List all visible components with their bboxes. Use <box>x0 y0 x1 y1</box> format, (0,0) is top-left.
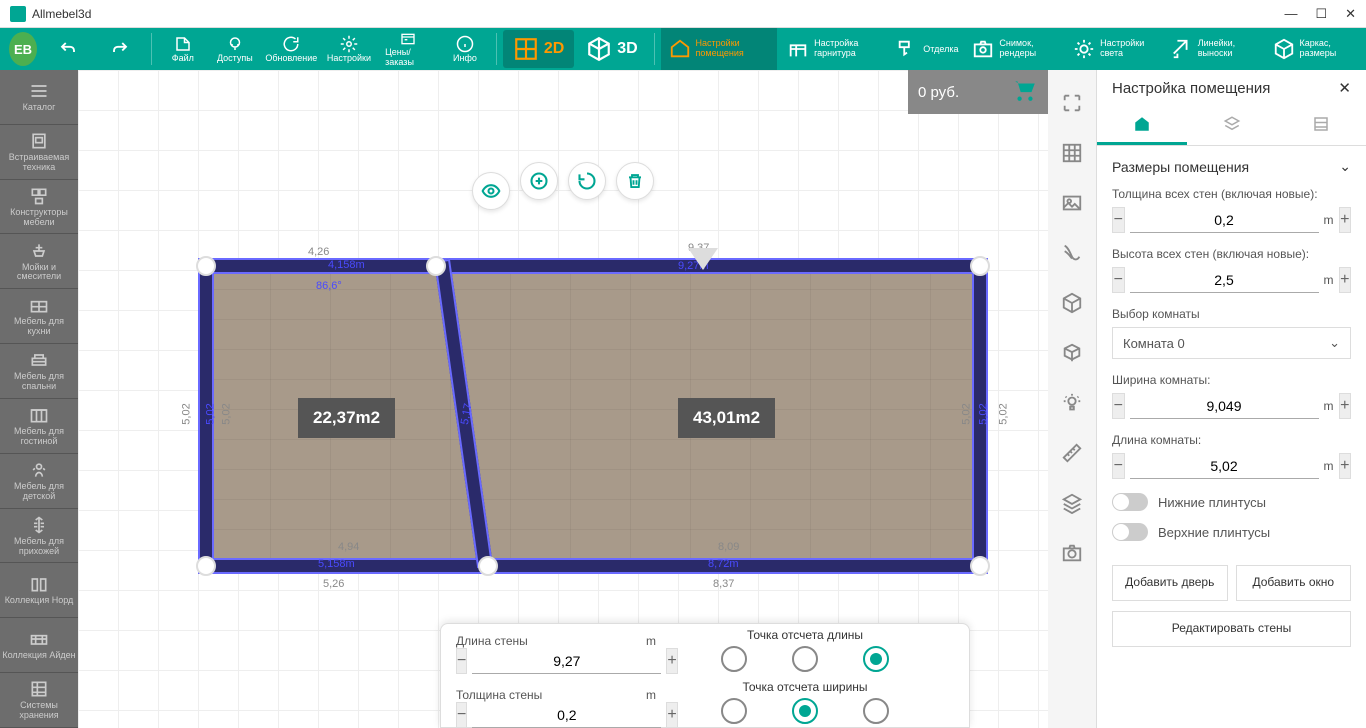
width-plus[interactable]: + <box>1339 393 1352 419</box>
rotate-button[interactable] <box>568 162 606 200</box>
panel-close-icon[interactable]: ✕ <box>1338 79 1351 97</box>
arrow-marker <box>688 248 718 270</box>
panel-header: Настройка помещения ✕ <box>1097 70 1366 106</box>
float-actions <box>472 162 654 210</box>
origin-len-3[interactable] <box>863 646 889 672</box>
sidebar-aiden[interactable]: Коллекция Айден <box>0 618 78 673</box>
price-display: 0 руб. <box>908 70 1048 114</box>
measure-tool[interactable] <box>1048 430 1096 475</box>
redo-button[interactable] <box>95 28 145 70</box>
origin-wid-1[interactable] <box>721 698 747 724</box>
snapshot-button[interactable]: Снимок, рендеры <box>964 28 1063 70</box>
close-button[interactable]: ✕ <box>1345 6 1356 22</box>
width-minus[interactable]: − <box>1112 393 1125 419</box>
visibility-button[interactable] <box>472 172 510 210</box>
logo-icon <box>10 6 26 22</box>
dims-button[interactable]: Линейки, выноски <box>1163 28 1263 70</box>
light-tool[interactable] <box>1048 380 1096 425</box>
section-room-dims[interactable]: Размеры помещения ⌄ <box>1112 158 1351 175</box>
sidebar-sinks[interactable]: Мойки и смесители <box>0 234 78 289</box>
wall-length-input[interactable] <box>472 649 661 674</box>
right-quick-tools <box>1048 70 1096 728</box>
file-button[interactable]: Файл <box>158 28 208 70</box>
maximize-button[interactable]: ☐ <box>1315 6 1327 22</box>
wall-thickness-input[interactable] <box>1130 208 1319 233</box>
sidebar-constructors[interactable]: Конструкторы мебели <box>0 180 78 235</box>
chevron-down-icon: ⌄ <box>1329 335 1340 351</box>
fullscreen-tool[interactable] <box>1048 80 1096 125</box>
panel-tab-layers[interactable] <box>1187 106 1277 145</box>
prices-button[interactable]: Цены/заказы <box>377 28 438 70</box>
sidebar-storage[interactable]: Системы хранения <box>0 673 78 728</box>
thickness-plus[interactable]: + <box>1339 207 1352 233</box>
finish-button[interactable]: Отделка <box>892 28 962 70</box>
sidebar-hallway[interactable]: Мебель для прихожей <box>0 509 78 564</box>
length-minus[interactable]: − <box>1112 453 1125 479</box>
box-tool[interactable] <box>1048 280 1096 325</box>
room-width-input[interactable] <box>1130 394 1319 419</box>
top-toolbar: ЕВ Файл Доступы Обновление Настройки Цен… <box>0 28 1366 70</box>
grid-tool[interactable] <box>1048 130 1096 175</box>
area-right: 43,01m2 <box>678 398 775 438</box>
sidebar-living[interactable]: Мебель для гостиной <box>0 399 78 454</box>
length-plus[interactable]: + <box>1339 453 1352 479</box>
view-2d-button[interactable]: 2D <box>503 30 574 68</box>
room-length-input[interactable] <box>1130 454 1319 479</box>
height-plus[interactable]: + <box>1339 267 1352 293</box>
catalog-sidebar: Каталог Встраиваемая техника Конструктор… <box>0 70 78 728</box>
cube-tool[interactable] <box>1048 330 1096 375</box>
minimize-button[interactable]: — <box>1284 6 1297 22</box>
floor-plan[interactable]: 22,37m2 43,01m2 4,26 9,27m 9,37 86,6° 4,… <box>198 258 988 588</box>
sidebar-catalog[interactable]: Каталог <box>0 70 78 125</box>
origin-wid-2[interactable] <box>792 698 818 724</box>
eb-badge[interactable]: ЕВ <box>9 32 37 66</box>
sidebar-nord[interactable]: Коллекция Норд <box>0 563 78 618</box>
sidebar-kitchen[interactable]: Мебель для кухни <box>0 289 78 344</box>
lower-skirting-toggle[interactable] <box>1112 493 1148 511</box>
origin-len-2[interactable] <box>792 646 818 672</box>
cart-icon[interactable] <box>1012 77 1038 107</box>
panel-tab-home[interactable] <box>1097 106 1187 145</box>
access-button[interactable]: Доступы <box>210 28 260 70</box>
layers-tool[interactable] <box>1048 480 1096 525</box>
image-tool[interactable] <box>1048 180 1096 225</box>
room-select[interactable]: Комната 0 ⌄ <box>1112 327 1351 359</box>
light-settings-button[interactable]: Настройки света <box>1065 28 1161 70</box>
add-window-button[interactable]: Добавить окно <box>1236 565 1352 601</box>
settings-panel: Настройка помещения ✕ Размеры помещения … <box>1096 70 1366 728</box>
wall-len-minus[interactable]: − <box>456 648 467 674</box>
delete-button[interactable] <box>616 162 654 200</box>
height-minus[interactable]: − <box>1112 267 1125 293</box>
camera-tool[interactable] <box>1048 530 1096 575</box>
upper-skirting-toggle[interactable] <box>1112 523 1148 541</box>
sidebar-appliances[interactable]: Встраиваемая техника <box>0 125 78 180</box>
add-door-button[interactable]: Добавить дверь <box>1112 565 1228 601</box>
wall-edit-panel: Длина стеныm − + Толщина стеныm − + Точк… <box>440 623 970 728</box>
wall-thick-input[interactable] <box>472 703 661 728</box>
texture-tool[interactable] <box>1048 230 1096 275</box>
thickness-minus[interactable]: − <box>1112 207 1125 233</box>
title-bar: Allmebel3d — ☐ ✕ <box>0 0 1366 28</box>
fittings-button[interactable]: Настройка гарнитура <box>779 28 890 70</box>
room-settings-button[interactable]: Настройки помещения <box>661 28 778 70</box>
edit-walls-button[interactable]: Редактировать стены <box>1112 611 1351 647</box>
origin-len-1[interactable] <box>721 646 747 672</box>
sidebar-kids[interactable]: Мебель для детской <box>0 454 78 509</box>
origin-wid-3[interactable] <box>863 698 889 724</box>
undo-button[interactable] <box>43 28 93 70</box>
add-button[interactable] <box>520 162 558 200</box>
wall-thick-minus[interactable]: − <box>456 702 467 728</box>
app-logo: Allmebel3d <box>10 6 91 22</box>
settings-button[interactable]: Настройки <box>323 28 375 70</box>
info-button[interactable]: Инфо <box>440 28 490 70</box>
view-3d-button[interactable]: 3D <box>576 30 647 68</box>
frame-button[interactable]: Каркас, размеры <box>1265 28 1362 70</box>
app-title: Allmebel3d <box>32 7 91 21</box>
area-left: 22,37m2 <box>298 398 395 438</box>
update-button[interactable]: Обновление <box>262 28 321 70</box>
chevron-down-icon: ⌄ <box>1339 158 1351 175</box>
panel-tab-list[interactable] <box>1276 106 1366 145</box>
sidebar-bedroom[interactable]: Мебель для спальни <box>0 344 78 399</box>
wall-height-input[interactable] <box>1130 268 1319 293</box>
